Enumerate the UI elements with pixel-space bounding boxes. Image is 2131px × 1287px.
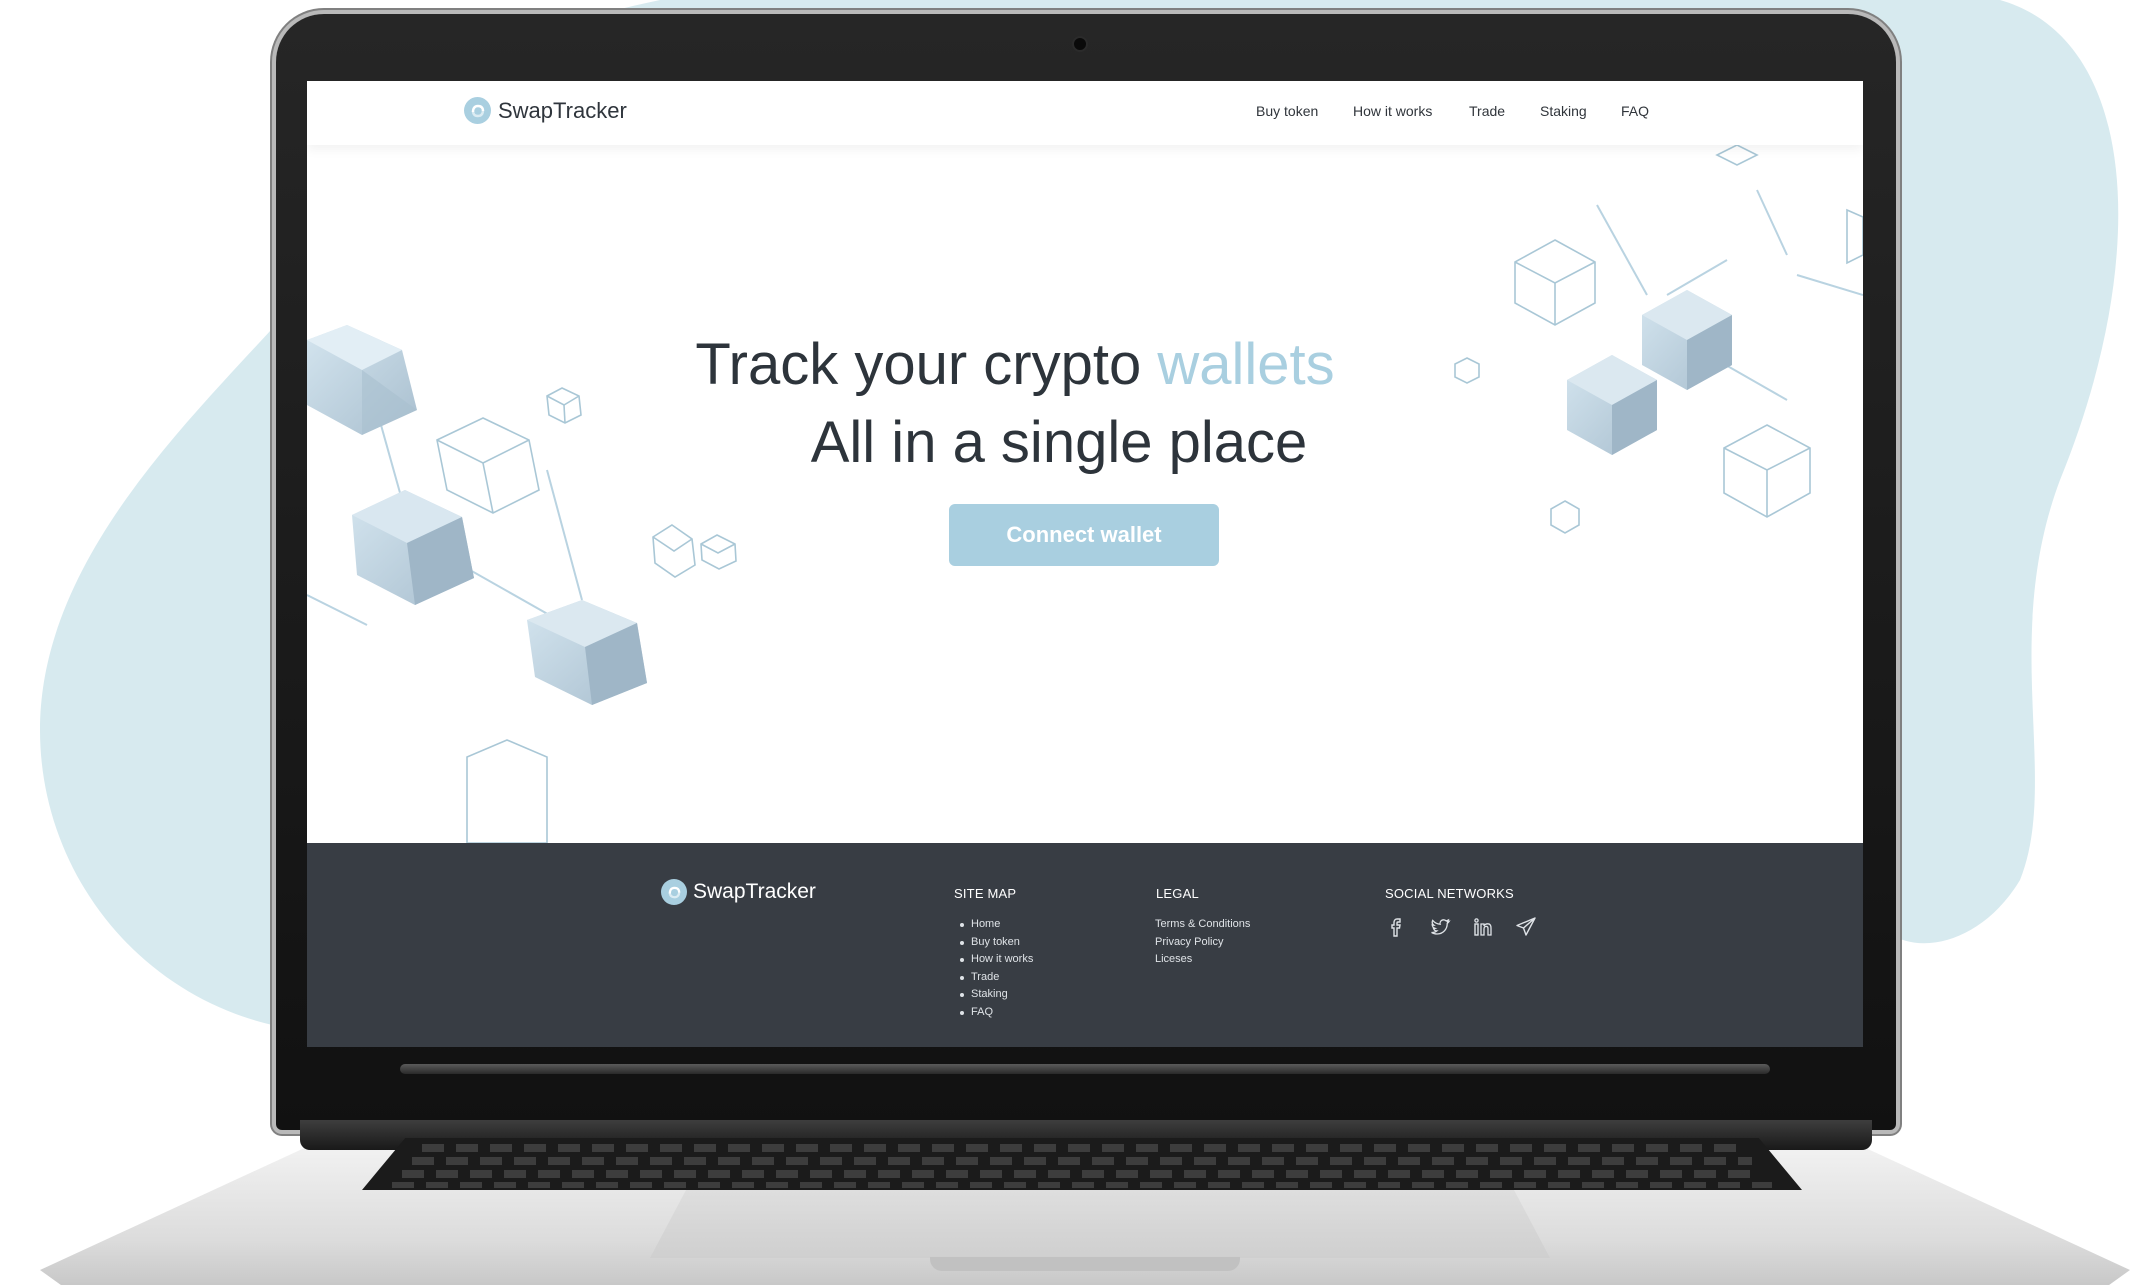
brand-name: SwapTracker	[498, 97, 627, 123]
hero-heading-text: Track your crypto	[695, 332, 1142, 397]
sitemap-heading: SITE MAP	[954, 886, 1017, 901]
cube-network-illustration	[307, 145, 1863, 843]
brand[interactable]: SwapTracker	[464, 97, 627, 124]
hero-heading-line2: All in a single place	[810, 410, 1308, 475]
navbar: SwapTracker Buy token How it works Trade…	[307, 81, 1863, 145]
webcam	[1072, 36, 1088, 52]
hero-heading-accent: wallets	[1157, 332, 1335, 397]
linkedin-icon[interactable]	[1471, 915, 1495, 939]
legal-link-privacy[interactable]: Privacy Policy	[1155, 934, 1250, 952]
social-heading: SOCIAL NETWORKS	[1385, 886, 1514, 901]
footer-brand[interactable]: SwapTracker	[661, 879, 816, 905]
telegram-icon[interactable]	[1514, 915, 1538, 939]
laptop-hinge-shine	[400, 1064, 1770, 1074]
laptop-screen: SwapTracker Buy token How it works Trade…	[307, 81, 1863, 1047]
nav-staking[interactable]: Staking	[1540, 103, 1587, 119]
sitemap-link-faq[interactable]: FAQ	[957, 1004, 1033, 1022]
legal-link-terms[interactable]: Terms & Conditions	[1155, 916, 1250, 934]
footer-brand-name: SwapTracker	[693, 880, 816, 903]
legal-link-licenses[interactable]: Liceses	[1155, 951, 1250, 969]
sitemap-list: Home Buy token How it works Trade Stakin…	[957, 916, 1033, 1021]
sitemap-link-trade[interactable]: Trade	[957, 969, 1033, 987]
swap-logo-icon	[661, 879, 687, 905]
nav-faq[interactable]: FAQ	[1621, 103, 1649, 119]
facebook-icon[interactable]	[1385, 915, 1409, 939]
hero-heading-line1: Track your crypto wallets	[307, 331, 1793, 398]
keyboard	[362, 1138, 1802, 1190]
laptop-front-notch	[930, 1257, 1240, 1271]
connect-wallet-button[interactable]: Connect wallet	[949, 504, 1219, 566]
nav-trade[interactable]: Trade	[1469, 103, 1505, 119]
swap-logo-icon	[464, 97, 491, 124]
sitemap-link-home[interactable]: Home	[957, 916, 1033, 934]
legal-heading: LEGAL	[1156, 886, 1199, 901]
twitter-icon[interactable]	[1428, 915, 1452, 939]
social-links	[1385, 915, 1538, 939]
sitemap-link-staking[interactable]: Staking	[957, 986, 1033, 1004]
trackpad	[650, 1190, 1550, 1258]
legal-list: Terms & Conditions Privacy Policy Licese…	[1155, 916, 1250, 969]
nav-buy-token[interactable]: Buy token	[1256, 103, 1318, 119]
sitemap-link-how-it-works[interactable]: How it works	[957, 951, 1033, 969]
hero-section: Track your crypto wallets All in a singl…	[307, 145, 1863, 843]
nav-how-it-works[interactable]: How it works	[1353, 103, 1432, 119]
footer: SwapTracker SITE MAP Home Buy token How …	[307, 843, 1863, 1047]
sitemap-link-buy-token[interactable]: Buy token	[957, 934, 1033, 952]
